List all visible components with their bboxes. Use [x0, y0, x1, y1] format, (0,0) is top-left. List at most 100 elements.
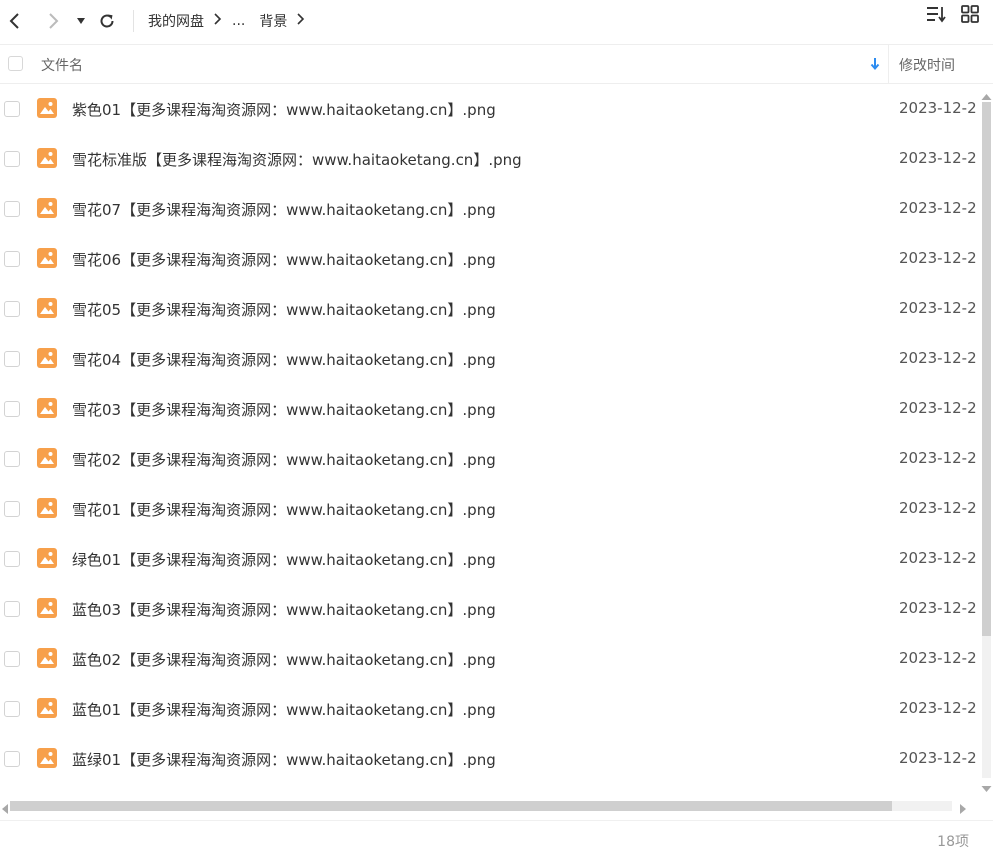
breadcrumb-item-ellipsis[interactable]: ...: [232, 13, 245, 29]
row-checkbox[interactable]: [4, 101, 20, 117]
row-checkbox[interactable]: [4, 201, 20, 217]
file-row[interactable]: 雪花01【更多课程海淘资源网：www.haitaoketang.cn】.png 2…: [0, 484, 980, 534]
refresh-icon[interactable]: [94, 8, 120, 34]
file-modified-time: 2023-12-2: [899, 399, 977, 417]
file-modified-time: 2023-12-2: [899, 749, 977, 767]
file-modified-time: 2023-12-2: [899, 599, 977, 617]
file-modified-time: 2023-12-2: [899, 449, 977, 467]
item-count: 18项: [937, 834, 969, 850]
breadcrumb-item-current[interactable]: 背景: [259, 11, 287, 31]
horizontal-scrollbar[interactable]: [0, 798, 980, 814]
caret-down-icon[interactable]: [70, 8, 92, 34]
file-row[interactable]: 蓝绿01【更多课程海淘资源网：www.haitaoketang.cn】.png 2…: [0, 734, 980, 784]
vertical-scrollbar[interactable]: [980, 88, 993, 794]
file-row[interactable]: 雪花05【更多课程海淘资源网：www.haitaoketang.cn】.png 2…: [0, 284, 980, 334]
file-name[interactable]: 紫色01【更多课程海淘资源网：www.haitaoketang.cn】.png: [72, 99, 496, 120]
file-row[interactable]: 蓝色02【更多课程海淘资源网：www.haitaoketang.cn】.png 2…: [0, 634, 980, 684]
file-row[interactable]: 雪花06【更多课程海淘资源网：www.haitaoketang.cn】.png 2…: [0, 234, 980, 284]
file-modified-time: 2023-12-2: [899, 99, 977, 117]
row-checkbox[interactable]: [4, 651, 20, 667]
file-modified-time: 2023-12-2: [899, 499, 977, 517]
image-file-icon: [37, 98, 57, 118]
vertical-scroll-thumb[interactable]: [982, 102, 991, 636]
file-name[interactable]: 蓝色01【更多课程海淘资源网：www.haitaoketang.cn】.png: [72, 699, 496, 720]
breadcrumb: 我的网盘 ... 背景: [148, 10, 315, 32]
row-checkbox[interactable]: [4, 301, 20, 317]
breadcrumb-item-root[interactable]: 我的网盘: [148, 11, 204, 31]
file-row[interactable]: 雪花03【更多课程海淘资源网：www.haitaoketang.cn】.png 2…: [0, 384, 980, 434]
image-file-icon: [37, 198, 57, 218]
file-name[interactable]: 雪花07【更多课程海淘资源网：www.haitaoketang.cn】.png: [72, 199, 496, 220]
chevron-right-icon[interactable]: [40, 8, 66, 34]
image-file-icon: [37, 548, 57, 568]
image-file-icon: [37, 698, 57, 718]
file-name[interactable]: 雪花05【更多课程海淘资源网：www.haitaoketang.cn】.png: [72, 299, 496, 320]
file-name[interactable]: 雪花03【更多课程海淘资源网：www.haitaoketang.cn】.png: [72, 399, 496, 420]
file-modified-time: 2023-12-2: [899, 549, 977, 567]
file-name[interactable]: 雪花02【更多课程海淘资源网：www.haitaoketang.cn】.png: [72, 449, 496, 470]
file-row[interactable]: 雪花07【更多课程海淘资源网：www.haitaoketang.cn】.png 2…: [0, 184, 980, 234]
image-file-icon: [37, 498, 57, 518]
scroll-left-arrow-icon[interactable]: [0, 800, 10, 814]
file-modified-time: 2023-12-2: [899, 199, 977, 217]
file-row[interactable]: 蓝色01【更多课程海淘资源网：www.haitaoketang.cn】.png 2…: [0, 684, 980, 734]
file-row[interactable]: 绿色01【更多课程海淘资源网：www.haitaoketang.cn】.png 2…: [0, 534, 980, 584]
row-checkbox[interactable]: [4, 251, 20, 267]
image-file-icon: [37, 348, 57, 368]
file-row[interactable]: 紫色01【更多课程海淘资源网：www.haitaoketang.cn】.png 2…: [0, 84, 980, 134]
image-file-icon: [37, 598, 57, 618]
row-checkbox[interactable]: [4, 151, 20, 167]
image-file-icon: [37, 448, 57, 468]
image-file-icon: [37, 748, 57, 768]
row-checkbox[interactable]: [4, 401, 20, 417]
file-row[interactable]: 雪花04【更多课程海淘资源网：www.haitaoketang.cn】.png 2…: [0, 334, 980, 384]
status-bar: 18项: [0, 820, 993, 855]
grid-view-icon[interactable]: [957, 0, 983, 28]
sort-down-arrow-icon[interactable]: [868, 56, 882, 72]
row-checkbox[interactable]: [4, 551, 20, 567]
file-row[interactable]: 雪花02【更多课程海淘资源网：www.haitaoketang.cn】.png 2…: [0, 434, 980, 484]
row-checkbox[interactable]: [4, 701, 20, 717]
file-modified-time: 2023-12-2: [899, 299, 977, 317]
file-modified-time: 2023-12-2: [899, 349, 977, 367]
scroll-down-arrow-icon[interactable]: [980, 780, 993, 792]
scroll-up-arrow-icon[interactable]: [980, 88, 993, 100]
row-checkbox[interactable]: [4, 501, 20, 517]
file-name[interactable]: 蓝色03【更多课程海淘资源网：www.haitaoketang.cn】.png: [72, 599, 496, 620]
file-row[interactable]: 雪花标准版【更多课程海淘资源网：www.haitaoketang.cn】.png…: [0, 134, 980, 184]
file-name[interactable]: 蓝色02【更多课程海淘资源网：www.haitaoketang.cn】.png: [72, 649, 496, 670]
row-checkbox[interactable]: [4, 451, 20, 467]
image-file-icon: [37, 398, 57, 418]
image-file-icon: [37, 648, 57, 668]
file-modified-time: 2023-12-2: [899, 699, 977, 717]
file-modified-time: 2023-12-2: [899, 649, 977, 667]
column-header-time[interactable]: 修改时间: [899, 55, 955, 75]
file-name[interactable]: 雪花04【更多课程海淘资源网：www.haitaoketang.cn】.png: [72, 349, 496, 370]
row-checkbox[interactable]: [4, 351, 20, 367]
sort-icon[interactable]: [923, 0, 949, 28]
image-file-icon: [37, 248, 57, 268]
file-row[interactable]: 蓝色03【更多课程海淘资源网：www.haitaoketang.cn】.png 2…: [0, 584, 980, 634]
image-file-icon: [37, 148, 57, 168]
scroll-right-arrow-icon[interactable]: [958, 800, 968, 814]
horizontal-scroll-thumb[interactable]: [10, 801, 892, 811]
file-list: 紫色01【更多课程海淘资源网：www.haitaoketang.cn】.png 2…: [0, 84, 980, 794]
chevron-right-icon: [214, 13, 224, 29]
column-header-name[interactable]: 文件名: [41, 55, 83, 75]
chevron-left-icon[interactable]: [2, 8, 28, 34]
toolbar-divider: [133, 10, 134, 32]
column-divider[interactable]: [888, 45, 889, 83]
file-modified-time: 2023-12-2: [899, 249, 977, 267]
file-name[interactable]: 绿色01【更多课程海淘资源网：www.haitaoketang.cn】.png: [72, 549, 496, 570]
file-name[interactable]: 雪花01【更多课程海淘资源网：www.haitaoketang.cn】.png: [72, 499, 496, 520]
file-name[interactable]: 雪花06【更多课程海淘资源网：www.haitaoketang.cn】.png: [72, 249, 496, 270]
file-name[interactable]: 蓝绿01【更多课程海淘资源网：www.haitaoketang.cn】.png: [72, 749, 496, 770]
select-all-checkbox[interactable]: [8, 56, 23, 71]
row-checkbox[interactable]: [4, 601, 20, 617]
list-header: 文件名 修改时间: [0, 45, 993, 84]
file-name[interactable]: 雪花标准版【更多课程海淘资源网：www.haitaoketang.cn】.png: [72, 149, 522, 170]
chevron-right-icon[interactable]: [297, 13, 307, 29]
row-checkbox[interactable]: [4, 751, 20, 767]
file-modified-time: 2023-12-2: [899, 149, 977, 167]
toolbar: 我的网盘 ... 背景: [0, 0, 993, 45]
